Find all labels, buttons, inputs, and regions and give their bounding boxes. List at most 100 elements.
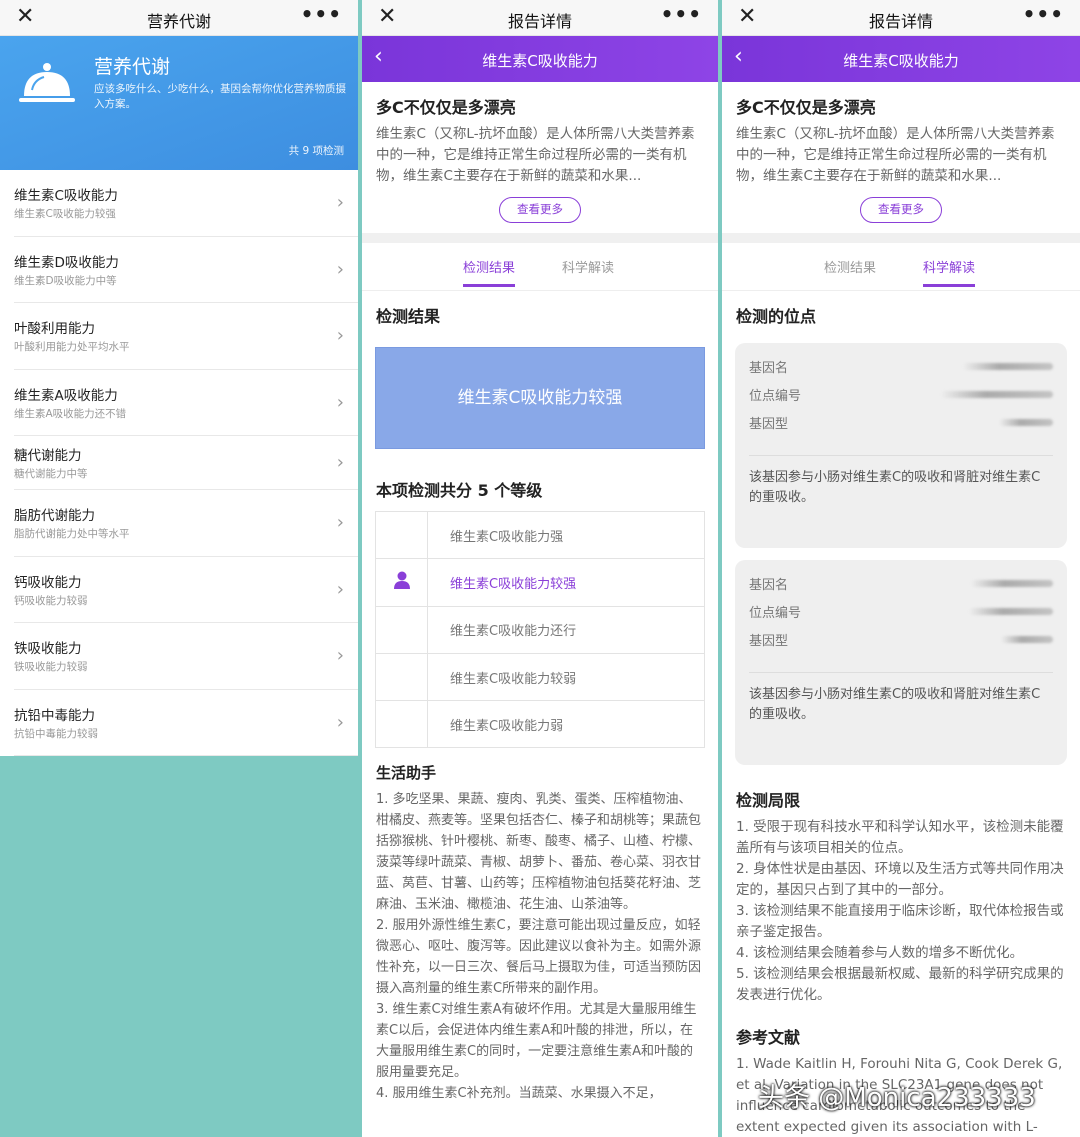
field-label: 基因型 [749,417,789,432]
divider [749,455,1053,456]
item-summary: 铁吸收能力较弱 [14,661,88,673]
tab-result[interactable]: 检测结果 [463,257,516,287]
list-item[interactable]: 维生素D吸收能力 维生素D吸收能力中等 › [14,237,358,303]
site-card: 基因名 位点编号 基因型 该基因参与小肠对维生素C的吸收和肾脏对维生素C的重吸收… [735,343,1067,548]
site-row: 基因型 [749,413,1053,441]
section-gap [362,233,718,243]
item-name: 维生素D吸收能力 [14,254,119,271]
list-item[interactable]: 脂肪代谢能力 脂肪代谢能力处中等水平 › [14,490,358,557]
limitation-item: 4. 该检测结果会随着参与人数的增多不断优化。 [736,945,1024,961]
list-item[interactable]: 铁吸收能力铁吸收能力较弱 › [14,623,358,690]
view-more-button[interactable]: 查看更多 [499,197,581,223]
item-summary: 维生素C吸收能力较强 [14,208,116,220]
list-item[interactable]: 维生素C吸收能力 维生素C吸收能力较强 › [14,170,358,237]
divider [749,672,1053,673]
tab-label: 科学解读 [923,261,976,276]
list-item[interactable]: 糖代谢能力 糖代谢能力中等 › [14,436,358,490]
item-name: 脂肪代谢能力 [14,508,95,524]
top-bar: ✕ 营养代谢 ••• [0,0,358,36]
life-assistant: 生活助手 1. 多吃坚果、果蔬、瘦肉、乳类、蛋类、压榨植物油、柑橘皮、燕麦等。坚… [362,748,718,1118]
table-row: 维生素C吸收能力较弱 [375,652,705,702]
item-summary: 维生素A吸收能力还不错 [14,407,127,420]
list-item[interactable]: 钙吸收能力 钙吸收能力较弱 › [14,557,358,623]
item-summary: 脂肪代谢能力处中等水平 [14,528,130,540]
intro-title: 多C不仅仅是多漂亮 [376,98,516,117]
more-icon[interactable]: ••• [1023,2,1064,26]
field-label: 基因名 [749,578,789,593]
site-row: 位点编号 [749,385,1053,413]
top-bar: ✕ 报告详情 ••• [362,0,718,36]
tab-label: 检测结果 [463,261,516,276]
redacted-value [969,608,1053,615]
tab-result[interactable]: 检测结果 [824,257,876,276]
section-title: 检测结果 [376,307,441,326]
nutrition-panel: ✕ 营养代谢 ••• 营养代谢 应该多吃什么、少吃什么，基因会帮你优化营养物质摄… [0,0,358,1137]
tab-interpretation[interactable]: 科学解读 [562,257,614,276]
test-count: 共 9 项检测 [288,145,344,157]
section-gap [722,233,1080,243]
list-item[interactable]: 叶酸利用能力叶酸利用能力处平均水平 › [14,303,358,370]
item-name: 糖代谢能力 [14,448,82,464]
field-label: 位点编号 [749,389,802,404]
references-title: 参考文献 [736,1028,801,1047]
redacted-value [999,419,1053,426]
list-item[interactable]: 抗铅中毒能力 抗铅中毒能力较弱 › [14,690,358,756]
limitation-item: 3. 该检测结果不能直接用于临床诊断，取代体检报告或亲子鉴定报告。 [736,903,1064,940]
tab-label: 检测结果 [824,261,877,276]
level-label: 维生素C吸收能力较弱 [427,652,705,702]
more-icon[interactable]: ••• [661,2,702,26]
table-row: 维生素C吸收能力还行 [375,605,705,654]
chevron-right-icon: › [336,645,344,666]
levels-title: 本项检测共分 5 个等级 [376,481,543,500]
intro-text: 维生素C（又称L-抗坏血酸）是人体所需八大类营养素中的一种，它是维持正常生命过程… [376,126,695,184]
report-header: ‹ 维生素C吸收能力 [362,36,718,82]
test-list: 维生素C吸收能力 维生素C吸收能力较强 › 维生素D吸收能力 维生素D吸收能力中等 › … [0,170,358,756]
redacted-value [941,391,1053,398]
item-name: 维生素C吸收能力 [14,188,118,204]
hero-banner: 营养代谢 应该多吃什么、少吃什么，基因会帮你优化营养物质摄入方案。 共 9 项检… [0,36,358,170]
limitations-section: 检测局限 1. 受限于现有科技水平和科学认知水平，该检测未能覆盖所有与该项目相关… [722,777,1080,1006]
limitation-item: 5. 该检测结果会根据最新权威、最新的科学研究成果的发表进行优化。 [736,966,1064,1003]
tab-bar: 检测结果 科学解读 [722,243,1080,291]
top-bar: ✕ 报告详情 ••• [722,0,1080,36]
chevron-right-icon: › [336,325,344,346]
field-label: 基因型 [749,634,789,649]
watermark: 头条 @Monica233333 [758,1083,1036,1113]
redacted-value [963,363,1053,370]
field-label: 基因名 [749,361,789,376]
life-title: 生活助手 [376,764,437,783]
intro-text: 维生素C（又称L-抗坏血酸）是人体所需八大类营养素中的一种，它是维持正常生命过程… [736,126,1055,184]
intro-section: 多C不仅仅是多漂亮 维生素C（又称L-抗坏血酸）是人体所需八大类营养素中的一种，… [362,82,718,233]
list-item[interactable]: 维生素A吸收能力 维生素A吸收能力还不错 › [14,370,358,436]
item-name: 维生素A吸收能力 [14,387,118,404]
tab-label: 科学解读 [562,261,615,276]
redacted-value [971,580,1053,587]
life-tip: 2. 服用外源性维生素C，要注意可能出现过量反应，如轻微恶心、呕吐、腹泻等。因此… [376,918,702,997]
item-summary: 抗铅中毒能力较弱 [14,727,98,740]
result-box: 维生素C吸收能力较强 [375,347,705,449]
item-name: 叶酸利用能力 [14,321,95,337]
level-label: 维生素C吸收能力强 [427,510,705,560]
item-summary: 钙吸收能力较弱 [14,594,88,607]
life-tip: 4. 服用维生素C补充剂。当蔬菜、水果摄入不足， [376,1086,662,1102]
tab-indicator [463,284,516,287]
tab-interpretation[interactable]: 科学解读 [923,257,976,287]
site-note: 该基因参与小肠对维生素C的吸收和肾脏对维生素C的重吸收。 [749,687,1041,722]
intro-section: 多C不仅仅是多漂亮 维生素C（又称L-抗坏血酸）是人体所需八大类营养素中的一种，… [722,82,1080,233]
redacted-value [1001,636,1053,643]
level-label: 维生素C吸收能力还行 [427,605,705,654]
report-title: 维生素C吸收能力 [843,52,959,70]
chevron-right-icon: › [336,452,344,473]
view-more-button[interactable]: 查看更多 [860,197,942,223]
item-summary: 叶酸利用能力处平均水平 [14,341,130,353]
table-row: 维生素C吸收能力较强 [375,558,705,607]
life-tip: 3. 维生素C对维生素A有破坏作用。尤其是大量服用维生素C以后，会促进体内维生素… [376,1002,697,1081]
more-icon[interactable]: ••• [301,2,342,26]
limitation-item: 1. 受限于现有科技水平和科学认知水平，该检测未能覆盖所有与该项目相关的位点。 [736,819,1064,856]
cloche-icon [19,63,75,102]
tab-indicator [923,284,976,287]
site-row: 基因名 [749,357,1053,385]
user-icon [393,571,410,590]
item-name: 铁吸收能力 [14,641,82,657]
life-tip: 1. 多吃坚果、果蔬、瘦肉、乳类、蛋类、压榨植物油、柑橘皮、燕麦等。坚果包括杏仁… [376,792,702,913]
